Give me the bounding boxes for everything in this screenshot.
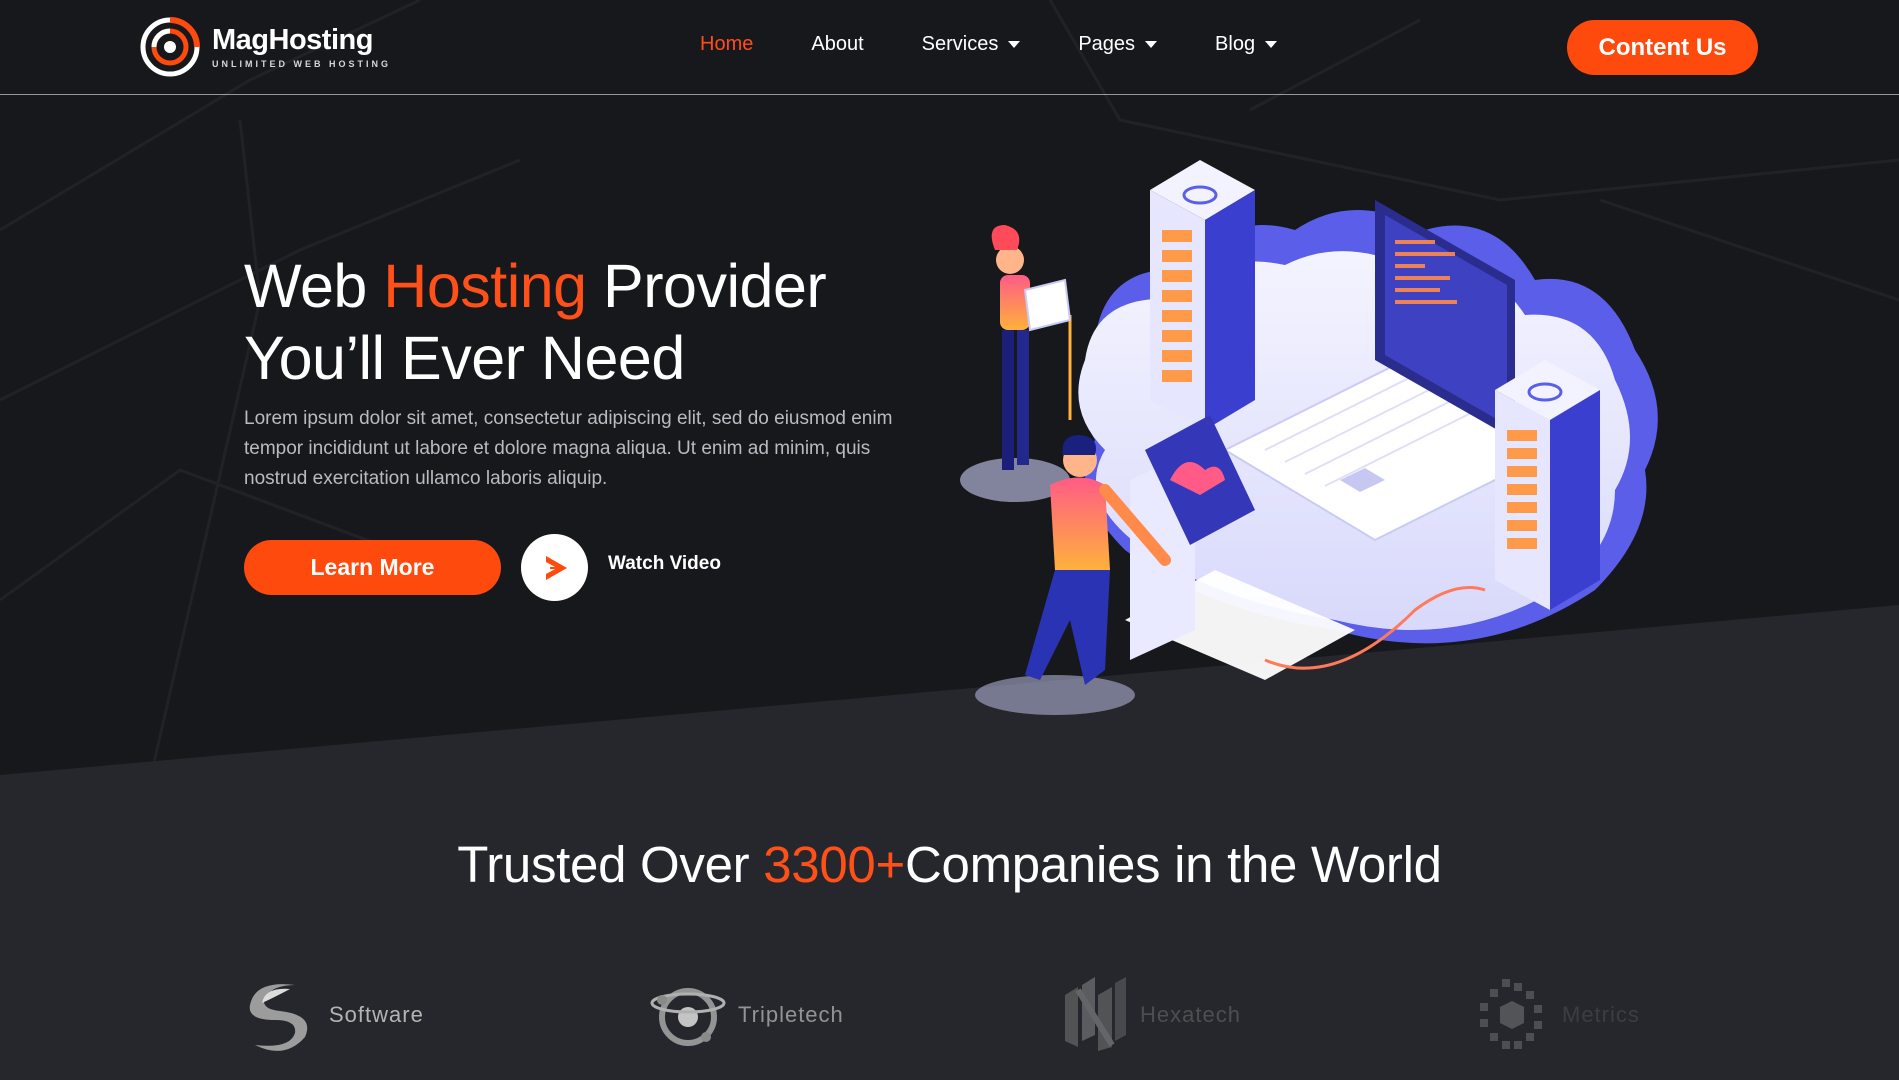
nav-item-services[interactable]: Services: [922, 33, 1021, 56]
hexatech-logo-icon: [1065, 977, 1126, 1051]
trusted-prefix: Trusted Over: [457, 836, 764, 893]
metrics-logo-icon: [1480, 979, 1542, 1049]
client-logo-hexatech[interactable]: Hexatech: [1060, 975, 1241, 1055]
brand-tagline: UNLIMITED WEB HOSTING: [212, 59, 391, 69]
learn-more-button[interactable]: Learn More: [244, 540, 501, 595]
site-header: MagHosting UNLIMITED WEB HOSTING Home Ab…: [0, 0, 1899, 95]
hero-description: Lorem ipsum dolor sit amet, consectetur …: [244, 408, 893, 489]
nav-item-about[interactable]: About: [811, 33, 863, 56]
brand-logo[interactable]: MagHosting UNLIMITED WEB HOSTING: [138, 14, 391, 80]
caret-down-icon: [1265, 41, 1278, 48]
nav-label: Home: [700, 33, 754, 55]
hero-title-accent: Hosting: [383, 252, 587, 320]
trusted-suffix: Companies in the World: [904, 836, 1442, 893]
tripletech-logo-icon: [650, 988, 726, 1046]
nav-label: Blog: [1215, 33, 1256, 55]
hero-title-part: Provider: [586, 252, 827, 320]
nav-label: Pages: [1078, 33, 1136, 55]
client-name: Tripletech: [738, 1002, 844, 1027]
client-logo-metrics[interactable]: Metrics: [1472, 975, 1640, 1055]
hero-title-line2: You’ll Ever Need: [244, 324, 685, 392]
trusted-count: 3300+: [763, 836, 905, 893]
hosting-illustration: [960, 160, 1658, 715]
client-name: Hexatech: [1140, 1002, 1241, 1027]
main-nav: Home About Services Pages Blog: [700, 33, 1335, 56]
nav-label: About: [811, 33, 864, 55]
client-logos: Software Tripletech Hexatech Metrics: [0, 975, 1899, 1065]
caret-down-icon: [1145, 41, 1158, 48]
nav-item-pages[interactable]: Pages: [1078, 33, 1158, 56]
client-name: Metrics: [1562, 1002, 1640, 1027]
client-logo-tripletech[interactable]: Tripletech: [648, 975, 844, 1055]
contact-us-button[interactable]: Content Us: [1567, 20, 1758, 75]
watch-video-button[interactable]: [521, 534, 588, 601]
maghosting-logo-icon: [140, 17, 200, 77]
software-logo-icon: [249, 984, 308, 1051]
play-icon: [545, 555, 567, 580]
client-name: Software: [329, 1002, 424, 1027]
hero-title-part: Web: [244, 252, 384, 320]
nav-item-blog[interactable]: Blog: [1215, 33, 1278, 56]
client-logo-software[interactable]: Software: [235, 975, 424, 1055]
hero-title: Web Hosting Provider You’ll Ever Need: [244, 250, 944, 394]
brand-name: MagHosting: [212, 24, 373, 56]
nav-label: Services: [921, 33, 999, 55]
trusted-heading: Trusted Over 3300+Companies in the World: [0, 835, 1899, 894]
nav-item-home[interactable]: Home: [700, 33, 753, 56]
watch-video-label[interactable]: Watch Video: [608, 553, 721, 575]
caret-down-icon: [1008, 41, 1021, 48]
